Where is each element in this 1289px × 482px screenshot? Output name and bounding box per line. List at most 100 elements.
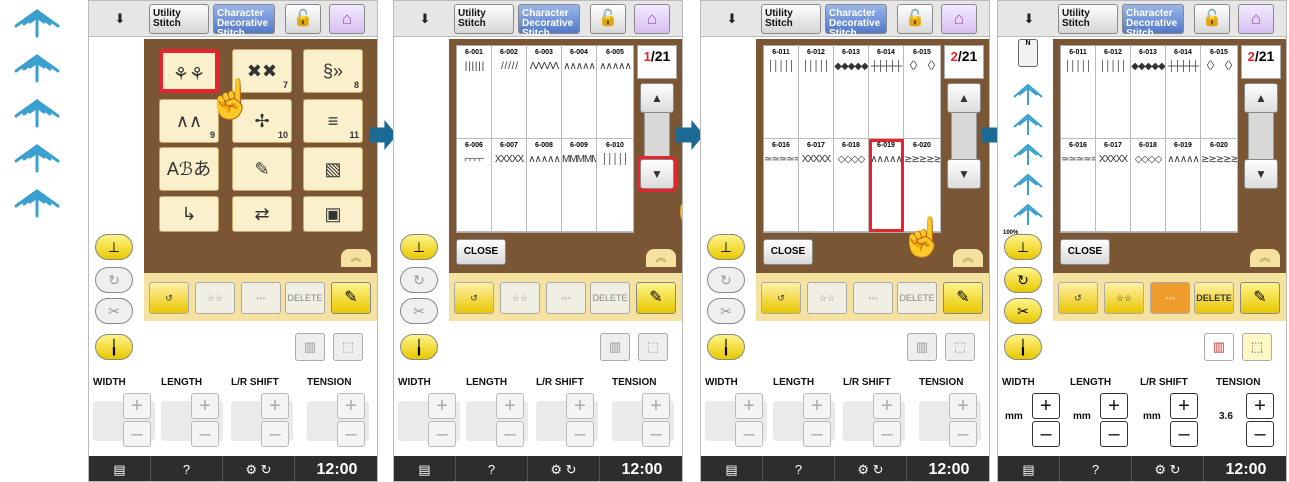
settings-icon[interactable]: ⚙ ↻: [835, 456, 907, 481]
collapse-icon[interactable]: ︽: [341, 249, 371, 267]
category-decorative-8[interactable]: §» 8: [303, 49, 363, 93]
category-decorative-11[interactable]: ≡ 11: [303, 99, 363, 143]
pocket-icon[interactable]: ⬚: [638, 333, 668, 361]
category-embroidery-card[interactable]: ▧: [303, 147, 363, 191]
close-button[interactable]: CLOSE: [1060, 239, 1110, 265]
edit-dots-button[interactable]: ◦◦◦: [1150, 282, 1190, 314]
reverse-stitch-button[interactable]: ↻: [95, 267, 133, 293]
thread-cutter-button[interactable]: ✂: [1004, 298, 1042, 324]
collapse-icon[interactable]: ︽: [953, 249, 983, 267]
scroll-up-button[interactable]: ▲: [1244, 83, 1278, 113]
category-character[interactable]: Aℬあ: [159, 147, 219, 191]
lock-icon[interactable]: 🔓: [590, 4, 626, 34]
stitch-cell[interactable]: 6-010 │││││: [597, 139, 634, 232]
stitch-cell[interactable]: 6-004 ∧∧∧∧∧: [562, 46, 597, 139]
pocket-icon[interactable]: ⬚: [945, 333, 975, 361]
help-button[interactable]: ?: [456, 456, 528, 481]
manual-icon[interactable]: ▤: [701, 456, 763, 481]
edit-stars-button[interactable]: ☆☆: [500, 282, 540, 314]
home-icon[interactable]: ⌂: [941, 4, 977, 34]
minus-button[interactable]: –: [1032, 421, 1060, 447]
stitch-cell[interactable]: 6-003 ΛΛΛΛΛ: [527, 46, 562, 139]
stitch-cell[interactable]: 6-013 ◆◆◆◆◆: [1131, 46, 1166, 139]
edit-image-button[interactable]: ↺: [1058, 282, 1098, 314]
plus-button[interactable]: +: [949, 393, 977, 419]
book-icon[interactable]: ▥: [907, 333, 937, 361]
delete-button[interactable]: DELETE: [897, 282, 937, 314]
minus-button[interactable]: –: [1246, 421, 1274, 447]
stitch-cell[interactable]: 6-018 ◇◇◇◇: [1131, 139, 1166, 232]
reverse-stitch-button[interactable]: ↻: [707, 267, 745, 293]
plus-button[interactable]: +: [566, 393, 594, 419]
lock-icon[interactable]: 🔓: [897, 4, 933, 34]
needle-up-down-button[interactable]: ⊥: [1004, 234, 1042, 260]
reverse-stitch-button[interactable]: ↻: [400, 267, 438, 293]
edit-dots-button[interactable]: ◦◦◦: [546, 282, 586, 314]
edit-image-button[interactable]: ↺: [454, 282, 494, 314]
needle-position-button[interactable]: ╽: [95, 334, 133, 360]
edit-image-button[interactable]: ↺: [761, 282, 801, 314]
plus-button[interactable]: +: [123, 393, 151, 419]
stitch-cell[interactable]: 6-011 │││││: [764, 46, 799, 139]
plus-button[interactable]: +: [191, 393, 219, 419]
stitch-cell[interactable]: 6-011 │││││: [1061, 46, 1096, 139]
minus-button[interactable]: –: [642, 421, 670, 447]
category-machine-memory[interactable]: ↳: [159, 196, 219, 232]
manual-icon[interactable]: ▤: [998, 456, 1060, 481]
plus-button[interactable]: +: [735, 393, 763, 419]
stitch-cell[interactable]: 6-014 ┼┼┼┼┼: [1166, 46, 1201, 139]
needle-up-down-button[interactable]: ⊥: [95, 234, 133, 260]
stitch-cell[interactable]: 6-007 XXXXX: [492, 139, 527, 232]
pocket-icon[interactable]: ⬚: [333, 333, 363, 361]
character-decorative-stitch-tab[interactable]: Character Decorative Stitch: [1122, 4, 1184, 39]
stitch-cell[interactable]: 6-015 〈〉〈〉: [1201, 46, 1238, 139]
minus-button[interactable]: –: [191, 421, 219, 447]
minus-button[interactable]: –: [337, 421, 365, 447]
stitch-cell[interactable]: 6-017 XXXXX: [1096, 139, 1131, 232]
settings-icon[interactable]: ⚙ ↻: [1132, 456, 1204, 481]
minus-button[interactable]: –: [123, 421, 151, 447]
plus-button[interactable]: +: [337, 393, 365, 419]
edit-dots-button[interactable]: ◦◦◦: [241, 282, 281, 314]
manual-icon[interactable]: ▤: [89, 456, 151, 481]
plus-button[interactable]: +: [1246, 393, 1274, 419]
needle-position-button[interactable]: ╽: [400, 334, 438, 360]
needle-position-button[interactable]: ╽: [707, 334, 745, 360]
edit-stars-button[interactable]: ☆☆: [195, 282, 235, 314]
pencil-icon[interactable]: ✎: [331, 282, 371, 314]
utility-stitch-tab[interactable]: Utility Stitch: [761, 4, 821, 34]
minus-button[interactable]: –: [566, 421, 594, 447]
stitch-cell[interactable]: 6-012 │││││: [1096, 46, 1131, 139]
delete-button[interactable]: DELETE: [590, 282, 630, 314]
category-my-custom-stitch[interactable]: ✎: [232, 147, 292, 191]
home-icon[interactable]: ⌂: [634, 4, 670, 34]
plus-button[interactable]: +: [1170, 393, 1198, 419]
character-decorative-stitch-tab[interactable]: Character Decorative Stitch: [213, 4, 275, 39]
character-decorative-stitch-tab[interactable]: Character Decorative Stitch: [518, 4, 580, 39]
stitch-cell[interactable]: 6-012 │││││: [799, 46, 834, 139]
close-button[interactable]: CLOSE: [456, 239, 506, 265]
minus-button[interactable]: –: [1170, 421, 1198, 447]
scroll-up-button[interactable]: ▲: [640, 83, 674, 113]
plus-button[interactable]: +: [642, 393, 670, 419]
book-icon[interactable]: ▥: [600, 333, 630, 361]
thread-cutter-button[interactable]: ✂: [400, 298, 438, 324]
stitch-cell[interactable]: 6-020 ≳≳≳≳≳: [1201, 139, 1238, 232]
stitch-cell[interactable]: 6-005 ∧∧∧∧∧: [597, 46, 634, 139]
settings-icon[interactable]: ⚙ ↻: [223, 456, 295, 481]
character-decorative-stitch-tab[interactable]: Character Decorative Stitch: [825, 4, 887, 39]
scroll-up-button[interactable]: ▲: [947, 83, 981, 113]
stitch-cell[interactable]: 6-018 ◇◇◇◇: [834, 139, 869, 232]
stitch-cell[interactable]: 6-014 ┼┼┼┼┼: [869, 46, 904, 139]
reverse-stitch-button[interactable]: ↻: [1004, 267, 1042, 293]
thread-cutter-button[interactable]: ✂: [95, 298, 133, 324]
stitch-cell[interactable]: 6-015 〈〉〈〉: [904, 46, 941, 139]
minus-button[interactable]: –: [261, 421, 289, 447]
edit-dots-button[interactable]: ◦◦◦: [853, 282, 893, 314]
close-button[interactable]: CLOSE: [763, 239, 813, 265]
stitch-cell[interactable]: 6-002 / / / / /: [492, 46, 527, 139]
manual-icon[interactable]: ▤: [394, 456, 456, 481]
stitch-cell[interactable]: 6-019 ∧∧∧∧∧: [1166, 139, 1201, 232]
delete-button[interactable]: DELETE: [285, 282, 325, 314]
plus-button[interactable]: +: [1100, 393, 1128, 419]
